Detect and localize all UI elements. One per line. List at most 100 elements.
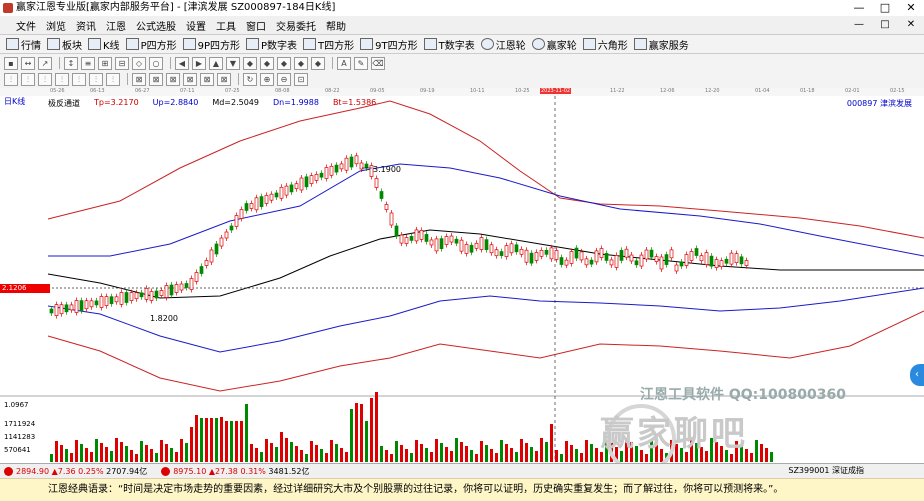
child-close-button[interactable]: ✕ — [898, 16, 924, 34]
chart-tool-icon[interactable]: ⫶ — [4, 72, 18, 86]
chart-tool-icon[interactable]: ⊡ — [294, 72, 308, 86]
menu-tools[interactable]: 工具 — [211, 18, 241, 33]
tb-hexagon[interactable]: 六角形 — [582, 37, 628, 52]
draw-tool-icon[interactable]: ▼ — [226, 56, 240, 70]
draw-tool-icon[interactable]: A — [337, 56, 351, 70]
chart-tool-icon[interactable]: ⊠ — [183, 72, 197, 86]
menu-trade[interactable]: 交易委托 — [271, 18, 321, 33]
menu-formula[interactable]: 公式选股 — [131, 18, 181, 33]
tb-9p-square[interactable]: 9P四方形 — [182, 37, 240, 52]
tb-t-square[interactable]: T四方形 — [303, 37, 354, 52]
candle-body — [159, 290, 164, 296]
chart-tool-icon[interactable]: ⫶ — [72, 72, 86, 86]
draw-tool-icon[interactable]: ≡ — [81, 56, 95, 70]
draw-tool-icon[interactable]: ✎ — [354, 56, 368, 70]
child-minimize-button[interactable]: — — [846, 16, 872, 34]
tb-gann-wheel[interactable]: 江恩轮 — [480, 37, 526, 52]
chart-tool-icon[interactable]: ⫶ — [106, 72, 120, 86]
tb-label: 板块 — [62, 40, 82, 52]
chart-tool-icon[interactable]: ⫶ — [21, 72, 35, 86]
minimize-button[interactable]: — — [846, 0, 872, 16]
draw-tool-icon[interactable]: ◆ — [243, 56, 257, 70]
tb-label: 9P四方形 — [197, 40, 240, 52]
sz-index[interactable]: 8975.10 ▲27.38 0.31% 3481.52亿 — [161, 466, 310, 477]
draw-tool-icon[interactable]: ◇ — [132, 56, 146, 70]
draw-tool-icon[interactable]: ↕ — [64, 56, 78, 70]
draw-tool-icon[interactable]: ↗ — [38, 56, 52, 70]
chart-tool-icon[interactable]: ⊕ — [260, 72, 274, 86]
candle-body — [404, 237, 409, 244]
chart-tool-icon[interactable]: ⫶ — [38, 72, 52, 86]
tb-9t-square[interactable]: 9T四方形 — [360, 37, 418, 52]
draw-tool-icon[interactable]: ⊟ — [115, 56, 129, 70]
volume-bar — [480, 441, 483, 462]
volume-bar — [390, 454, 393, 462]
tb-sector[interactable]: 板块 — [47, 37, 82, 52]
candle-body — [259, 196, 264, 207]
menu-settings[interactable]: 设置 — [181, 18, 211, 33]
candle-body — [439, 238, 444, 250]
draw-tool-icon[interactable]: ⌫ — [371, 56, 385, 70]
menu-info[interactable]: 资讯 — [71, 18, 101, 33]
sh-index[interactable]: 2894.90 ▲7.36 0.25% 2707.94亿 — [4, 466, 147, 477]
candle-body — [709, 255, 714, 267]
chart-tool-icon[interactable]: ⊠ — [200, 72, 214, 86]
candle-body — [374, 178, 379, 188]
volume-bar — [450, 451, 453, 462]
menu-browse[interactable]: 浏览 — [41, 18, 71, 33]
chart-tool-icon[interactable]: ⊠ — [149, 72, 163, 86]
tb-winner-service[interactable]: 赢家服务 — [633, 37, 689, 52]
chart-tool-icon[interactable]: ⫶ — [89, 72, 103, 86]
candle-body — [529, 252, 534, 264]
chart-tool-icon[interactable]: ⫶ — [55, 72, 69, 86]
volume-bar — [380, 446, 383, 462]
volume-bar — [160, 440, 163, 462]
draw-tool-icon[interactable]: ◆ — [277, 56, 291, 70]
divider — [127, 73, 128, 85]
maximize-button[interactable]: □ — [872, 0, 898, 16]
tb-quotes[interactable]: 行情 — [6, 37, 41, 52]
kline-chart[interactable]: 3.1900 1.8200 — [0, 96, 924, 462]
tb-label: 六角形 — [597, 40, 628, 52]
gann-quote: 江恩经典语录：“时间是决定市场走势的重要因素，经过详细研究大市及个别股票的过往记… — [48, 484, 784, 495]
tb-t-table[interactable]: T数字表 — [423, 37, 475, 52]
draw-tool-icon[interactable]: ◆ — [294, 56, 308, 70]
chart-tool-icon[interactable]: ↻ — [243, 72, 257, 86]
menu-help[interactable]: 帮助 — [321, 18, 351, 33]
close-button[interactable]: ✕ — [898, 0, 924, 16]
draw-tool-icon[interactable]: ▶ — [192, 56, 206, 70]
chart-tool-icon[interactable]: ⊖ — [277, 72, 291, 86]
side-expand-button[interactable]: ‹ — [910, 364, 924, 386]
chart-tool-icon[interactable]: ⊠ — [217, 72, 231, 86]
tb-kline[interactable]: K线 — [88, 37, 120, 52]
tb-winner-wheel[interactable]: 赢家轮 — [531, 37, 577, 52]
tb-p-square[interactable]: P四方形 — [125, 37, 177, 52]
candle-body — [634, 260, 639, 266]
draw-tool-icon[interactable]: ◆ — [311, 56, 325, 70]
draw-tool-icon[interactable]: ▪ — [4, 56, 18, 70]
volume-bar — [560, 454, 563, 462]
tb-p-table[interactable]: P数字表 — [246, 37, 297, 52]
volume-bar — [545, 442, 548, 462]
candle-body — [644, 249, 649, 260]
menu-gann[interactable]: 江恩 — [101, 18, 131, 33]
draw-tool-icon[interactable]: ⊞ — [98, 56, 112, 70]
chart-tool-icon[interactable]: ⊠ — [166, 72, 180, 86]
chart-tool-icon[interactable]: ⊠ — [132, 72, 146, 86]
draw-tool-icon[interactable]: ◀ — [175, 56, 189, 70]
draw-tool-icon[interactable]: ○ — [149, 56, 163, 70]
draw-tool-icon[interactable]: ◆ — [260, 56, 274, 70]
volume-bar — [465, 446, 468, 462]
draw-tool-icon[interactable]: ▲ — [209, 56, 223, 70]
candle-body — [204, 260, 209, 266]
sh-index-icon — [4, 466, 13, 476]
menu-window[interactable]: 窗口 — [241, 18, 271, 33]
volume-bar — [80, 444, 83, 462]
draw-tool-icon[interactable]: ↔ — [21, 56, 35, 70]
candle-body — [699, 255, 704, 262]
volume-bar — [85, 448, 88, 462]
child-maximize-button[interactable]: □ — [872, 16, 898, 34]
menu-file[interactable]: 文件 — [0, 18, 41, 33]
candle-body — [504, 245, 509, 257]
volume-bar — [155, 453, 158, 462]
